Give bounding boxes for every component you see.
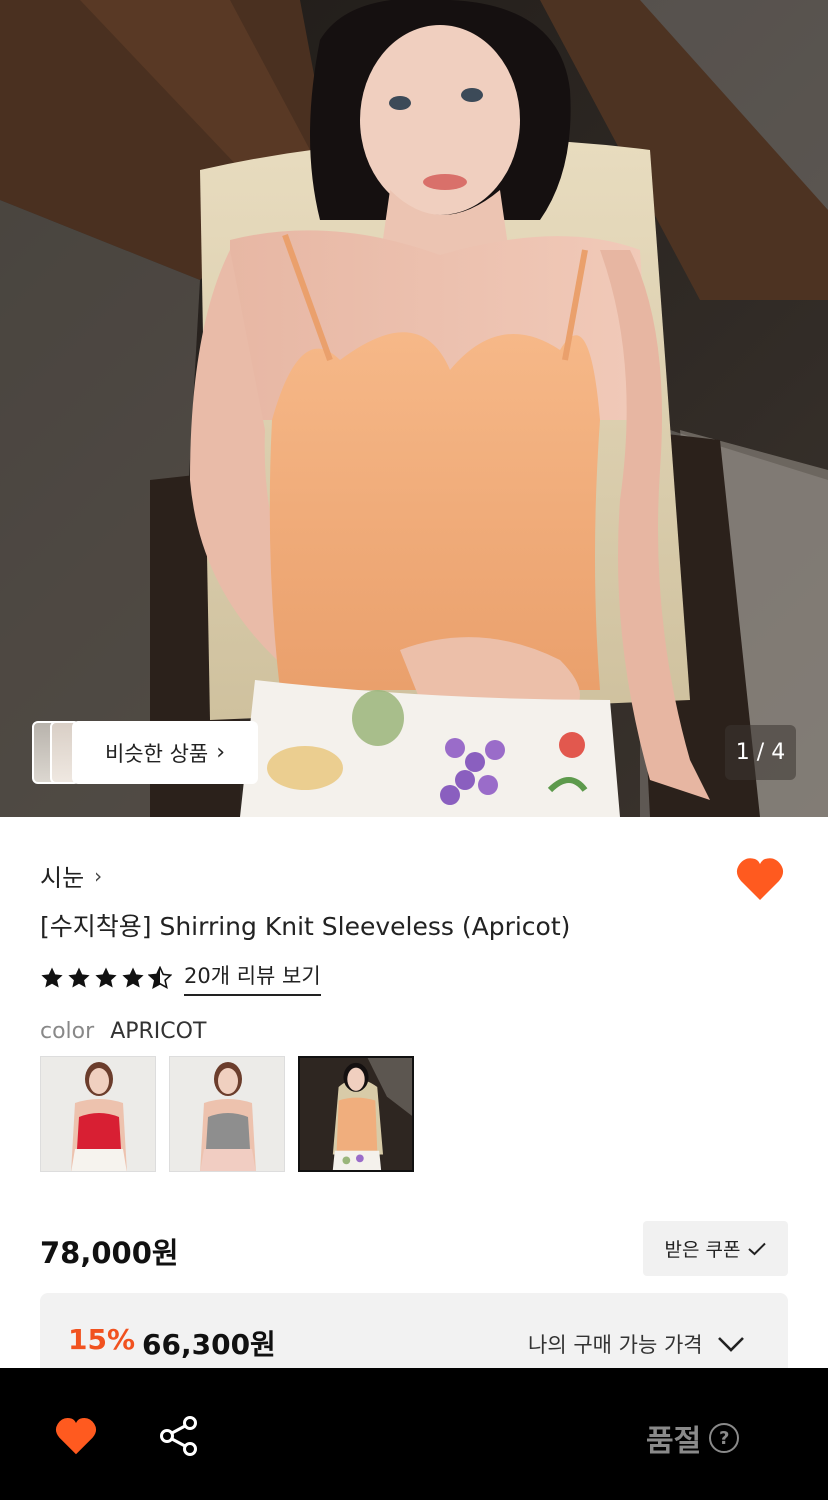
my-price-toggle[interactable]: 나의 구매 가능 가격	[528, 1329, 745, 1359]
checkmark-icon	[748, 1242, 767, 1255]
star-rating	[40, 966, 172, 990]
star-icon	[95, 967, 117, 988]
similar-products-label: 비슷한 상품	[104, 741, 209, 766]
swatch-gray[interactable]	[169, 1056, 285, 1172]
brand-link[interactable]: 시눈 ›	[40, 858, 102, 893]
chevron-down-icon	[717, 1337, 744, 1352]
chevron-right-icon: ›	[94, 863, 103, 888]
original-price: 78,000원	[40, 1236, 179, 1270]
star-icon	[41, 967, 63, 988]
similar-products-button[interactable]: 비슷한 상품 ›	[32, 721, 258, 784]
reviews-link[interactable]: 20개 리뷰 보기	[184, 960, 321, 996]
swatch-apricot[interactable]	[298, 1056, 414, 1172]
image-page-counter: 1 / 4	[725, 725, 796, 780]
heart-icon[interactable]	[736, 856, 784, 902]
color-value: APRICOT	[110, 1019, 207, 1044]
discount-rate: 15%	[68, 1323, 136, 1356]
brand-name: 시눈	[40, 864, 85, 892]
soldout-status: 품절 ?	[646, 1416, 740, 1460]
soldout-label: 품절	[646, 1424, 702, 1459]
star-icon	[122, 967, 144, 988]
coupon-label: 받은 쿠폰	[664, 1239, 741, 1261]
bottom-action-bar: 품절 ?	[0, 1368, 828, 1500]
swatch-red-image	[41, 1057, 155, 1171]
rating-row: 20개 리뷰 보기	[40, 960, 321, 996]
my-price-label: 나의 구매 가능 가격	[528, 1333, 703, 1357]
swatch-gray-image	[170, 1057, 284, 1171]
product-title: [수지착용] Shirring Knit Sleeveless (Apricot…	[40, 912, 571, 941]
product-hero-image[interactable]: 비슷한 상품 › 1 / 4	[0, 0, 828, 817]
color-swatches	[40, 1056, 414, 1172]
swatch-apricot-image	[300, 1058, 412, 1170]
star-icon	[68, 967, 90, 988]
received-coupon-button[interactable]: 받은 쿠폰	[643, 1221, 788, 1276]
discount-price: 66,300원	[142, 1328, 276, 1361]
heart-icon[interactable]	[54, 1416, 98, 1456]
color-label: color	[40, 1019, 95, 1044]
similar-products-pill[interactable]: 비슷한 상품 ›	[72, 721, 258, 784]
share-icon[interactable]	[158, 1415, 200, 1457]
product-photo	[0, 0, 828, 817]
swatch-red[interactable]	[40, 1056, 156, 1172]
color-row: color APRICOT	[40, 1019, 206, 1044]
help-icon[interactable]: ?	[709, 1423, 740, 1453]
half-star-icon	[148, 966, 172, 990]
chevron-right-icon: ›	[216, 740, 226, 765]
